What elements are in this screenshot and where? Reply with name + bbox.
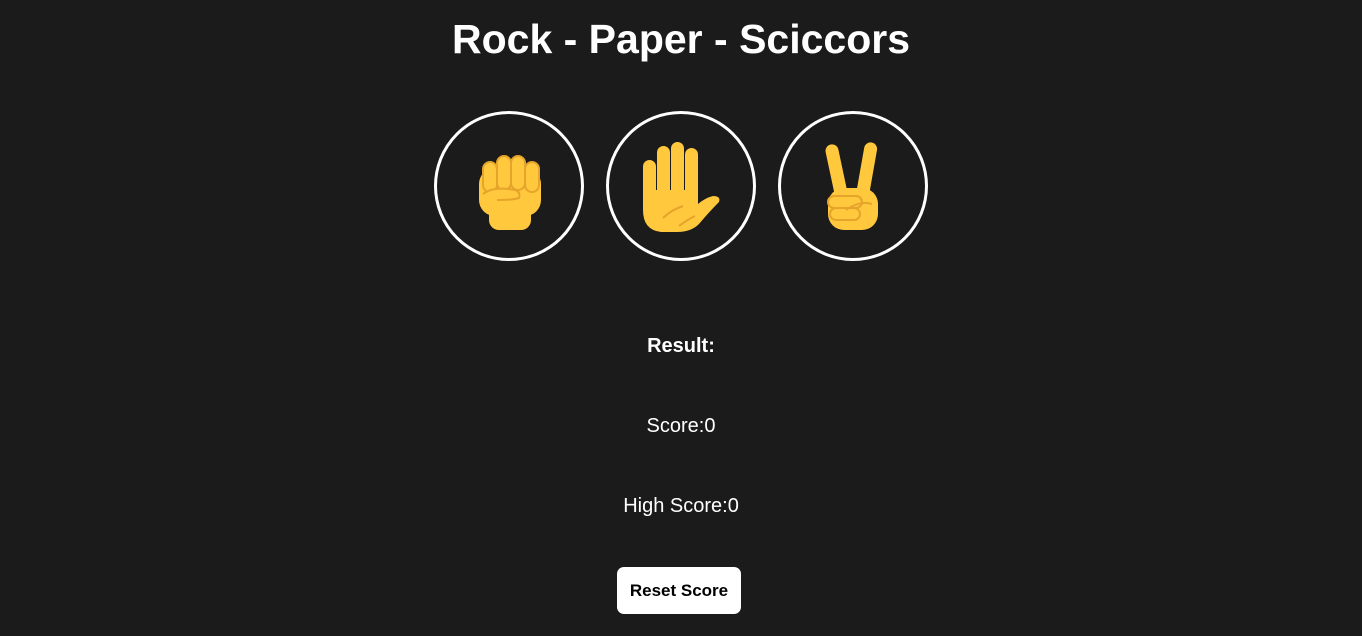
reset-score-button[interactable]: Reset Score bbox=[617, 567, 741, 614]
score-display: Score:0 bbox=[0, 414, 1362, 438]
raised-hand-icon bbox=[643, 142, 720, 232]
rock-choice-button[interactable] bbox=[434, 111, 584, 261]
high-score-display: High Score:0 bbox=[0, 494, 1362, 518]
raised-fist-icon bbox=[479, 155, 541, 230]
high-score-label: High Score: bbox=[623, 495, 728, 517]
result-label: Result: bbox=[647, 335, 715, 357]
score-value: 0 bbox=[704, 415, 716, 437]
choice-row bbox=[434, 111, 928, 261]
result-text: Result: bbox=[0, 334, 1362, 358]
scissors-choice-button[interactable] bbox=[778, 111, 928, 261]
high-score-value: 0 bbox=[727, 495, 739, 517]
paper-choice-button[interactable] bbox=[606, 111, 756, 261]
page-title: Rock - Paper - Sciccors bbox=[451, 16, 911, 62]
game-page: Rock - Paper - Sciccors Result: Score:0 … bbox=[0, 0, 1362, 636]
victory-hand-icon bbox=[825, 142, 878, 230]
score-label: Score: bbox=[646, 415, 705, 437]
